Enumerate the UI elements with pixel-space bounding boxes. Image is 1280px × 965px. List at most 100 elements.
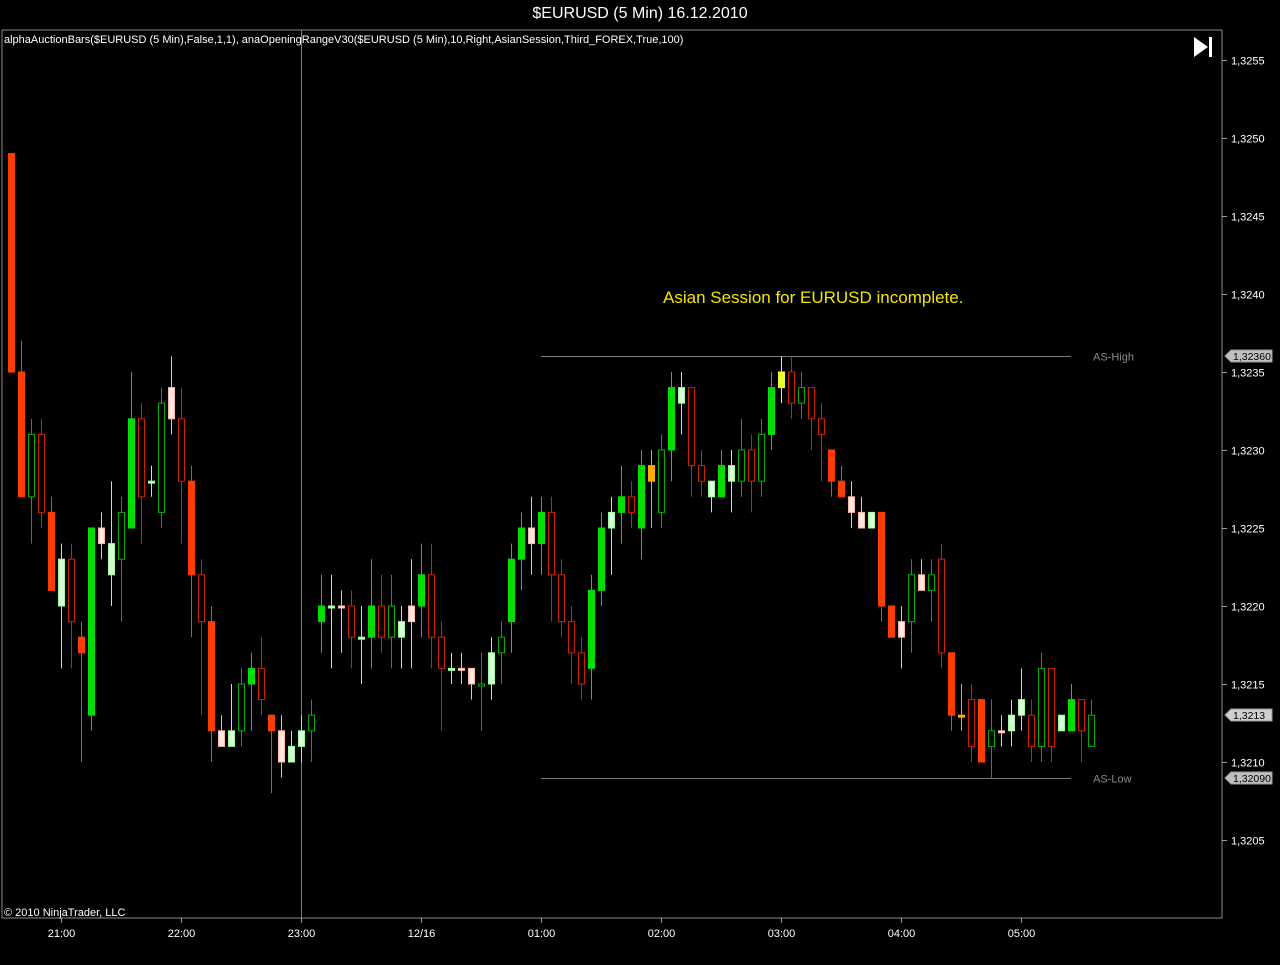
- candle: [158, 387, 165, 528]
- x-tick-label: 23:00: [288, 928, 316, 940]
- candle-body: [178, 418, 185, 482]
- x-axis: 21:00 22:00 23:00 12/16 01:00 02:00 03:00 04:00…: [48, 918, 1035, 940]
- candle-body: [748, 449, 755, 482]
- candle: [768, 372, 775, 450]
- candle: [508, 543, 515, 653]
- candle: [1038, 652, 1045, 762]
- candle: [238, 668, 245, 747]
- candle: [278, 715, 285, 778]
- candle: [478, 652, 485, 731]
- candle: [1048, 667, 1055, 762]
- y-tick-label: 1,3205: [1231, 836, 1265, 848]
- candle-body: [268, 714, 275, 732]
- candle-body: [538, 511, 545, 545]
- y-tick-label: 1,3255: [1231, 56, 1265, 68]
- candle: [698, 450, 705, 497]
- candle: [678, 372, 685, 435]
- y-tick-label: 1,3225: [1231, 524, 1265, 536]
- candle: [898, 606, 905, 669]
- candle: [668, 372, 675, 482]
- candle: [998, 715, 1005, 747]
- candle: [118, 496, 125, 622]
- candle-body: [348, 605, 355, 638]
- candle-body: [338, 605, 345, 609]
- price-chart[interactable]: alphaAuctionBars($EURUSD (5 Min),False,1…: [0, 0, 1280, 965]
- candle-body: [78, 636, 85, 654]
- candle: [438, 621, 445, 731]
- go-to-end-button[interactable]: [1188, 34, 1218, 60]
- candle-body: [508, 558, 515, 623]
- candle-body: [758, 433, 765, 482]
- candle-body: [638, 465, 645, 529]
- candle: [538, 496, 545, 575]
- candle: [528, 496, 535, 575]
- x-tick-label: 01:00: [528, 928, 556, 940]
- candle: [88, 527, 95, 731]
- candle-body: [878, 511, 885, 607]
- candle: [848, 481, 855, 528]
- candle: [618, 465, 625, 544]
- candle-body: [1038, 667, 1045, 747]
- candle-body: [928, 574, 935, 591]
- candle-body: [688, 387, 695, 467]
- level-price-badge: 1,32090: [1224, 771, 1273, 785]
- candle: [838, 465, 845, 498]
- x-tick-label: 22:00: [168, 928, 196, 940]
- candle: [358, 606, 365, 684]
- candle: [1018, 668, 1025, 731]
- candle-body: [128, 418, 135, 529]
- candle: [948, 652, 955, 731]
- candle: [338, 590, 345, 653]
- candle: [78, 621, 85, 762]
- candle-body: [568, 621, 575, 654]
- candle-body: [218, 730, 225, 747]
- candle-body: [948, 652, 955, 716]
- candle: [748, 434, 755, 513]
- candle-body: [1048, 667, 1055, 747]
- x-tick-label: 12/16: [408, 928, 436, 940]
- levels-layer: AS-High 1,32360 AS-Low 1,32090 1,3213: [541, 349, 1273, 786]
- candle: [598, 512, 605, 606]
- candle-body: [438, 636, 445, 669]
- candle-body: [658, 449, 665, 513]
- candle: [388, 574, 395, 669]
- candle-body: [328, 605, 335, 609]
- candle-body: [678, 387, 685, 404]
- candle-body: [498, 636, 505, 654]
- level-label: AS-High: [1093, 352, 1134, 364]
- candle: [628, 481, 635, 528]
- candle-body: [838, 480, 845, 498]
- candle: [58, 543, 65, 669]
- candle: [428, 543, 435, 669]
- skip-to-end-bar: [1209, 37, 1212, 57]
- candle-body: [848, 496, 855, 513]
- candle: [958, 684, 965, 731]
- candle: [98, 512, 105, 560]
- y-tick-label: 1,3250: [1231, 134, 1265, 146]
- candle-body: [258, 667, 265, 701]
- indicator-legend: alphaAuctionBars($EURUSD (5 Min),False,1…: [4, 34, 683, 46]
- candle: [708, 480, 715, 513]
- candle: [548, 496, 555, 622]
- candle-body: [728, 465, 735, 482]
- candle-body: [388, 605, 395, 638]
- candle-body: [198, 574, 205, 623]
- candle: [148, 465, 155, 497]
- candle: [28, 418, 35, 544]
- candle-body: [378, 605, 385, 638]
- candle-body: [18, 371, 25, 498]
- candle-body: [88, 527, 95, 716]
- x-tick-label: 03:00: [768, 928, 796, 940]
- candle: [38, 418, 45, 528]
- candle: [288, 730, 295, 763]
- candle-body: [1028, 714, 1035, 747]
- candle-body: [158, 402, 165, 513]
- last-price-badge: 1,3213: [1224, 708, 1273, 722]
- candle: [178, 387, 185, 544]
- candle: [248, 652, 255, 731]
- candle: [198, 559, 205, 716]
- candles-layer: [8, 153, 1095, 794]
- level-price-badge: 1,32360: [1224, 349, 1273, 363]
- candle: [468, 667, 475, 700]
- candle-body: [858, 511, 865, 529]
